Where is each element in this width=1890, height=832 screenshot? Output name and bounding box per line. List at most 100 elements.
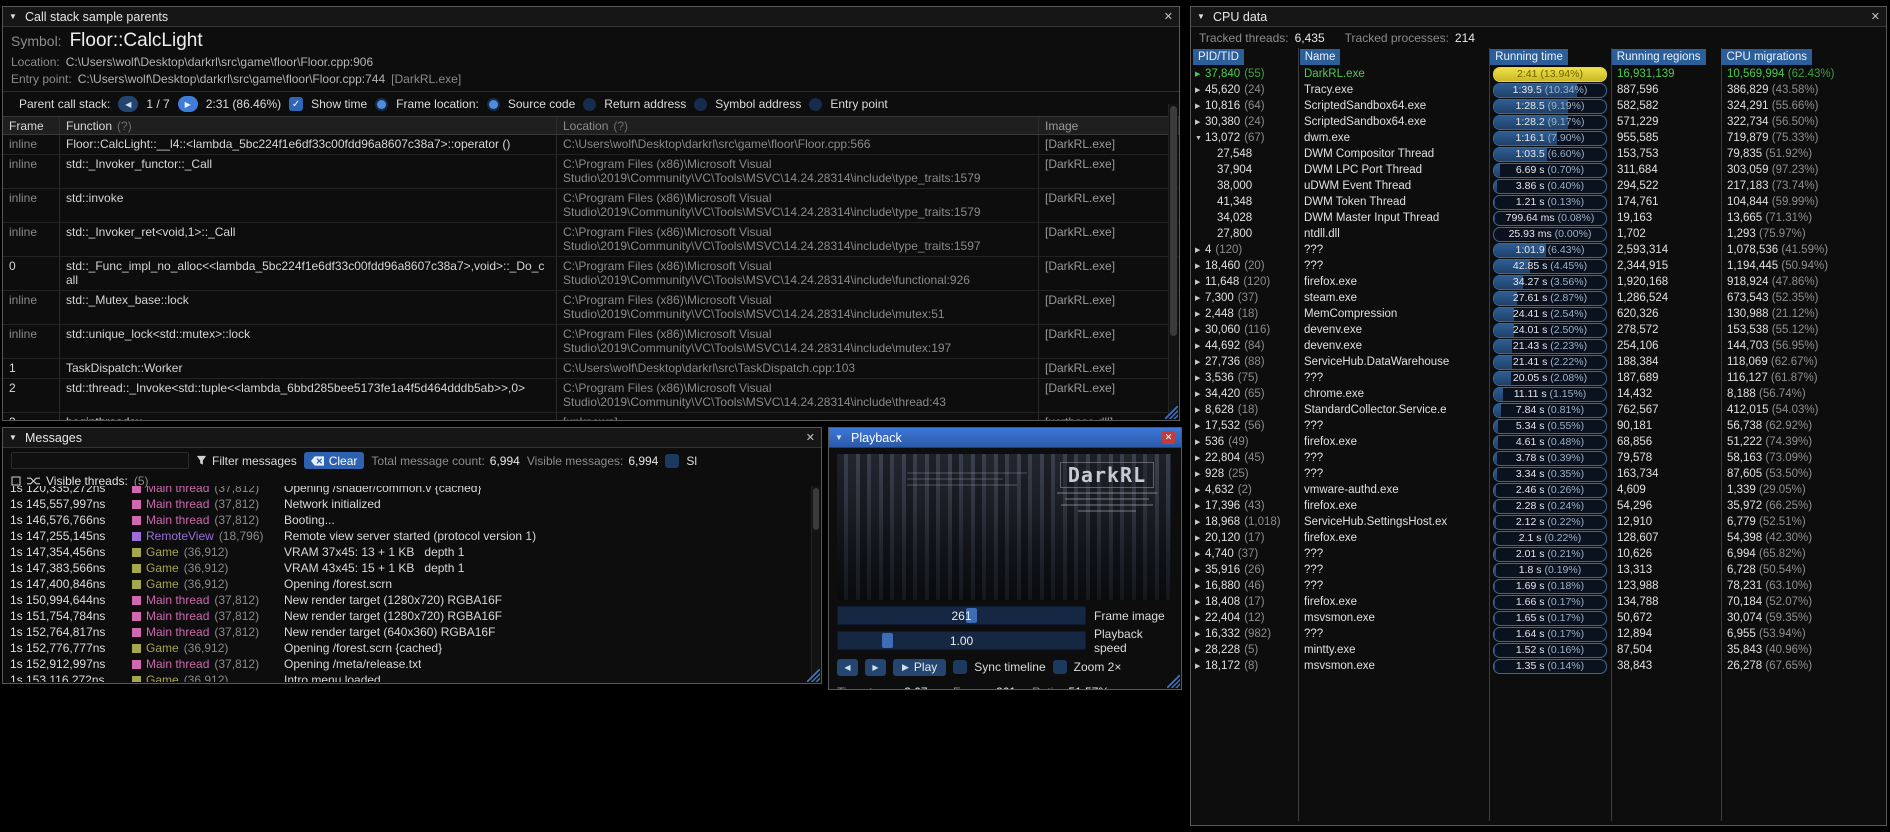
column-label[interactable]: PID/TID xyxy=(1193,49,1244,65)
cpu-row[interactable]: ▼ 13,072 (67) dwm.exe 1:16.1 (7.90%) 955,585 7… xyxy=(1191,130,1886,146)
callstack-row[interactable]: 1 TaskDispatch::Worker C:\Users\wolf\Deskt… xyxy=(3,359,1179,379)
collapse-arrow-icon[interactable]: ▼ xyxy=(835,433,845,442)
chevron-right-icon[interactable]: ▶ xyxy=(1195,566,1205,574)
cpu-row[interactable]: ▶ 11,648 (120) firefox.exe 34.27 s (3.56%) 1,… xyxy=(1191,274,1886,290)
callstack-row[interactable]: inline std::unique_lock<std::mutex>::lock… xyxy=(3,325,1179,359)
cpu-table-header[interactable]: PID/TID Name Running time Running region… xyxy=(1191,48,1886,66)
cpu-row[interactable]: 34,028 DWM Master Input Thread 799.64 ms (… xyxy=(1191,210,1886,226)
messages-titlebar[interactable]: ▼ Messages ✕ xyxy=(3,428,821,448)
cpu-row[interactable]: ▶ 18,460 (20)??? 42.85 s (4.45%) 2,344,915 1,… xyxy=(1191,258,1886,274)
chevron-right-icon[interactable]: ▶ xyxy=(1195,342,1205,350)
radio-entry-point[interactable] xyxy=(809,97,823,111)
cpu-row[interactable]: 37,904 DWM LPC Port Thread 6.69 s (0.70%) 3… xyxy=(1191,162,1886,178)
chevron-right-icon[interactable]: ▶ xyxy=(1195,102,1205,110)
chevron-right-icon[interactable]: ▶ xyxy=(1195,470,1205,478)
callstack-row[interactable]: 0 std::_Func_impl_no_alloc<<lambda_5bc224… xyxy=(3,257,1179,291)
callstack-table-header[interactable]: Frame Function (?) Location (?) Image xyxy=(3,116,1179,135)
message-row[interactable]: 1s 147,383,566ns Game (36,912) VRAM 43x45: … xyxy=(4,560,811,576)
chevron-right-icon[interactable]: ▶ xyxy=(1195,278,1205,286)
vertical-scrollbar[interactable] xyxy=(1168,104,1178,419)
step-forward-button[interactable]: ▶ xyxy=(865,658,886,676)
zoom-2x-checkbox[interactable] xyxy=(1052,660,1067,674)
message-row[interactable]: 1s 147,400,846ns Game (36,912) Opening /for… xyxy=(4,576,811,592)
cpu-data-titlebar[interactable]: ▼ CPU data ✕ xyxy=(1191,7,1886,27)
chevron-down-icon[interactable]: ▼ xyxy=(1195,135,1205,142)
chevron-right-icon[interactable]: ▶ xyxy=(1195,534,1205,542)
cpu-row[interactable]: ▶ 7,300 (37) steam.exe 27.61 s (2.87%) 1,286,… xyxy=(1191,290,1886,306)
scrollbar-thumb[interactable] xyxy=(813,488,819,530)
callstack-row[interactable]: inline std::_Invoker_functor::_Call C:\Pro… xyxy=(3,155,1179,189)
cpu-row[interactable]: 27,800 ntdll.dll 25.93 ms (0.00%) 1,702 1,29… xyxy=(1191,226,1886,242)
cpu-row[interactable]: ▶ 34,420 (65) chrome.exe 11.11 s (1.15%) 14,4… xyxy=(1191,386,1886,402)
playback-speed-slider[interactable]: 1.00 xyxy=(837,631,1086,650)
cpu-data-close-icon[interactable]: ✕ xyxy=(1871,10,1880,23)
chevron-right-icon[interactable]: ▶ xyxy=(1195,438,1205,446)
callstack-close-icon[interactable]: ✕ xyxy=(1164,10,1173,23)
cpu-row[interactable]: ▶ 18,968 (1,018) ServiceHub.SettingsHost.ex… xyxy=(1191,514,1886,530)
radio-return-address[interactable] xyxy=(583,97,597,111)
chevron-right-icon[interactable]: ▶ xyxy=(1195,486,1205,494)
callstack-row[interactable]: inline std::invoke C:\Program Files (x86)\… xyxy=(3,189,1179,223)
collapse-arrow-icon[interactable]: ▼ xyxy=(1197,12,1207,21)
callstack-row[interactable]: inline std::_Mutex_base::lock C:\Program F… xyxy=(3,291,1179,325)
callstack-row[interactable]: inline Floor::CalcLight::__l4::<lambda_5b… xyxy=(3,135,1179,155)
chevron-right-icon[interactable]: ▶ xyxy=(1195,422,1205,430)
chevron-right-icon[interactable]: ▶ xyxy=(1195,326,1205,334)
chevron-right-icon[interactable]: ▶ xyxy=(1195,406,1205,414)
next-stack-button[interactable]: ▶ xyxy=(177,96,198,112)
cpu-row[interactable]: ▶ 8,628 (18) StandardCollector.Service.e 7.8… xyxy=(1191,402,1886,418)
cpu-row[interactable]: ▶ 20,120 (17) firefox.exe 2.1 s (0.22%) 128,6… xyxy=(1191,530,1886,546)
callstack-row[interactable]: 3beginthreadex[unknown][ucrtbase.dll] xyxy=(3,413,1179,420)
play-button[interactable]: ▶ Play xyxy=(893,658,947,676)
resize-grip[interactable] xyxy=(807,669,820,682)
chevron-right-icon[interactable]: ▶ xyxy=(1195,662,1205,670)
cpu-row[interactable]: ▶ 536 (49) firefox.exe 4.61 s (0.48%) 68,856 5… xyxy=(1191,434,1886,450)
scrollbar-thumb[interactable] xyxy=(1170,106,1177,336)
chevron-right-icon[interactable]: ▶ xyxy=(1195,294,1205,302)
filter-messages-input[interactable] xyxy=(11,452,189,469)
message-row[interactable]: 1s 151,754,784ns Main thread (37,812) New r… xyxy=(4,608,811,624)
cpu-row[interactable]: ▶ 4 (120)??? 1:01.9 (6.43%) 2,593,314 1,078,5… xyxy=(1191,242,1886,258)
clear-button[interactable]: Clear xyxy=(303,452,365,469)
show-time-checkbox[interactable]: ✓ xyxy=(289,97,304,111)
cpu-row[interactable]: ▶ 45,620 (24) Tracy.exe 1:39.5 (10.34%) 887,5… xyxy=(1191,82,1886,98)
column-label[interactable]: Running regions xyxy=(1611,49,1706,65)
prev-stack-button[interactable]: ◀ xyxy=(118,96,139,112)
chevron-right-icon[interactable]: ▶ xyxy=(1195,310,1205,318)
vertical-scrollbar[interactable] xyxy=(811,486,820,682)
cpu-row[interactable]: ▶ 35,916 (26)??? 1.8 s (0.19%) 13,313 6,728 (… xyxy=(1191,562,1886,578)
chevron-right-icon[interactable]: ▶ xyxy=(1195,86,1205,94)
column-label[interactable]: Running time xyxy=(1490,49,1568,65)
column-label[interactable]: CPU migrations xyxy=(1721,49,1813,65)
cpu-row[interactable]: ▶ 16,880 (46)??? 1.69 s (0.18%) 123,988 78,23… xyxy=(1191,578,1886,594)
step-back-button[interactable]: ◀ xyxy=(837,658,858,676)
message-row[interactable]: 1s 146,576,766ns Main thread (37,812) Booti… xyxy=(4,512,811,528)
cpu-row[interactable]: ▶ 37,840 (55) DarkRL.exe 2:41 (13.94%) 16,931… xyxy=(1191,66,1886,82)
cpu-row[interactable]: ▶ 30,380 (24) ScriptedSandbox64.exe 1:28.2 (… xyxy=(1191,114,1886,130)
chevron-right-icon[interactable]: ▶ xyxy=(1195,598,1205,606)
cpu-row[interactable]: ▶ 17,396 (43) firefox.exe 2.28 s (0.24%) 54,2… xyxy=(1191,498,1886,514)
cpu-row[interactable]: ▶ 22,404 (12) msvsmon.exe 1.65 s (0.17%) 50,6… xyxy=(1191,610,1886,626)
chevron-right-icon[interactable]: ▶ xyxy=(1195,118,1205,126)
collapse-arrow-icon[interactable]: ▼ xyxy=(9,433,19,442)
resize-grip[interactable] xyxy=(1165,406,1178,419)
message-row[interactable]: 1s 152,764,817ns Main thread (37,812) New r… xyxy=(4,624,811,640)
chevron-right-icon[interactable]: ▶ xyxy=(1195,246,1205,254)
cpu-row[interactable]: 38,000 uDWM Event Thread 3.86 s (0.40%) 294… xyxy=(1191,178,1886,194)
cpu-row[interactable]: ▶ 17,532 (56)??? 5.34 s (0.55%) 90,181 56,738… xyxy=(1191,418,1886,434)
cpu-row[interactable]: 27,548 DWM Compositor Thread 1:03.5 (6.60%… xyxy=(1191,146,1886,162)
chevron-right-icon[interactable]: ▶ xyxy=(1195,374,1205,382)
callstack-row[interactable]: inline std::_Invoker_ret<void,1>::_Call C:… xyxy=(3,223,1179,257)
cpu-row[interactable]: ▶ 16,332 (982)??? 1.64 s (0.17%) 12,894 6,955… xyxy=(1191,626,1886,642)
cpu-row[interactable]: ▶ 18,408 (17) firefox.exe 1.66 s (0.17%) 134,… xyxy=(1191,594,1886,610)
cpu-row[interactable]: ▶ 4,632 (2) vmware-authd.exe 2.46 s (0.26%) 4… xyxy=(1191,482,1886,498)
frame-image-slider[interactable]: 261 xyxy=(837,606,1086,625)
chevron-right-icon[interactable]: ▶ xyxy=(1195,518,1205,526)
message-row[interactable]: 1s 120,335,272ns Main thread (37,812) Openi… xyxy=(4,486,811,496)
message-row[interactable]: 1s 150,994,644ns Main thread (37,812) New r… xyxy=(4,592,811,608)
chevron-right-icon[interactable]: ▶ xyxy=(1195,358,1205,366)
callstack-row[interactable]: 2 std::thread::_Invoke<std::tuple<<lambda… xyxy=(3,379,1179,413)
chevron-right-icon[interactable]: ▶ xyxy=(1195,390,1205,398)
show-option-checkbox[interactable] xyxy=(665,453,680,468)
cpu-row[interactable]: ▶ 22,804 (45)??? 3.78 s (0.39%) 79,578 58,163… xyxy=(1191,450,1886,466)
